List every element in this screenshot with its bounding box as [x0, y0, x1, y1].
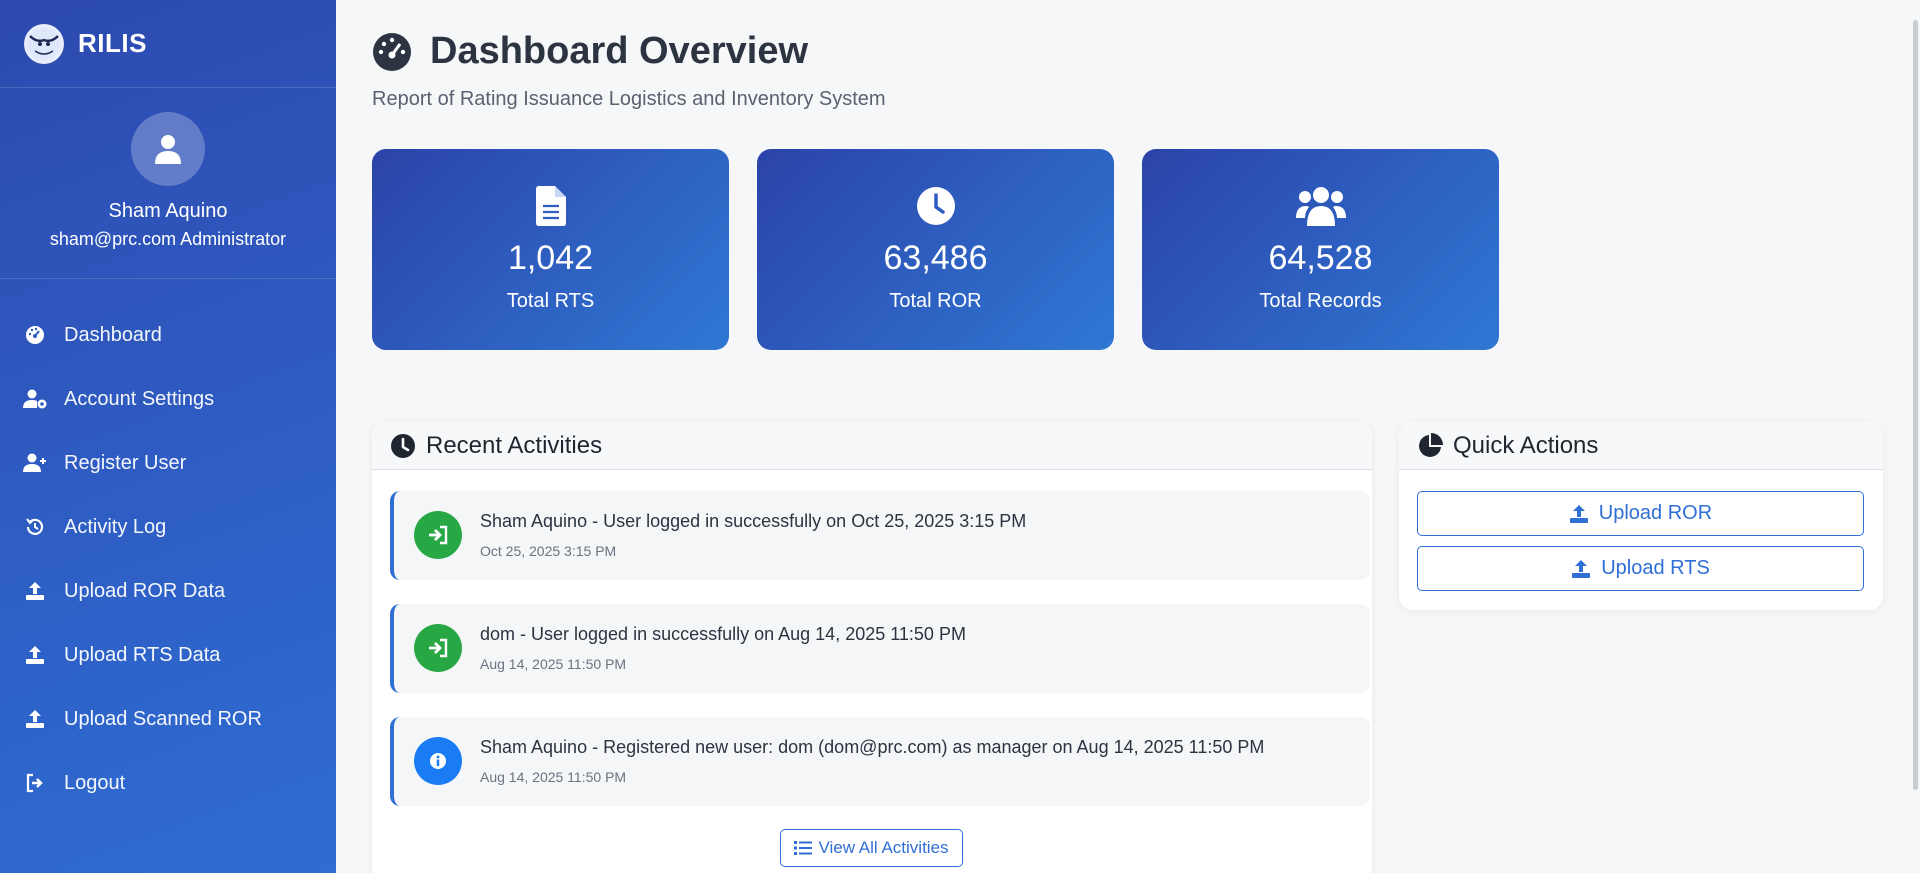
sidebar-item-register-user[interactable]: Register User [0, 431, 336, 495]
view-all-label: View All Activities [818, 838, 949, 857]
stat-label: Total ROR [889, 290, 982, 312]
login-icon [414, 511, 462, 559]
clock-icon [391, 433, 415, 458]
brand-name: RILIS [78, 28, 147, 58]
sidebar-item-label: Account Settings [64, 387, 215, 410]
upload-ror-label: Upload ROR [1598, 502, 1713, 524]
brand[interactable]: RILIS [0, 0, 336, 88]
stat-card-total-ror: 63,486 Total ROR [757, 149, 1114, 350]
sidebar-item-upload-scanned-ror[interactable]: Upload Scanned ROR [0, 687, 336, 751]
upload-icon [22, 642, 48, 668]
stat-value: 1,042 [507, 239, 594, 277]
list-icon [794, 841, 813, 855]
activity-text: dom - User logged in successfully on Aug… [480, 624, 966, 644]
sidebar-item-label: Dashboard [64, 323, 162, 346]
quick-actions-card: Quick Actions Upload ROR Upload RTS [1399, 422, 1883, 610]
user-profile: Sham Aquino sham@prc.com Administrator [0, 88, 336, 279]
view-all-activities-button[interactable]: View All Activities [780, 829, 963, 867]
recent-activities-title: Recent Activities [426, 431, 603, 459]
user-icon [155, 135, 181, 164]
stat-value: 63,486 [883, 239, 988, 277]
stat-card-total-records: 64,528 Total Records [1142, 149, 1499, 350]
sidebar-item-label: Upload Scanned ROR [64, 707, 262, 730]
upload-rts-button[interactable]: Upload RTS [1417, 546, 1864, 591]
sidebar-item-logout[interactable]: Logout [0, 751, 336, 815]
login-icon [414, 624, 462, 672]
upload-icon [1569, 504, 1588, 523]
stat-label: Total RTS [506, 290, 595, 312]
recent-activities-card: Recent Activities Sham Aquino - User log… [372, 422, 1372, 873]
recent-activities-header: Recent Activities [372, 422, 1372, 470]
pie-chart-icon [1419, 432, 1443, 457]
sidebar-item-label: Upload RTS Data [64, 643, 221, 666]
sidebar-item-label: Register User [64, 451, 187, 474]
stat-value: 64,528 [1268, 239, 1373, 277]
gauge-icon [373, 32, 411, 71]
sidebar-item-dashboard[interactable]: Dashboard [0, 303, 336, 367]
activity-time: Oct 25, 2025 3:15 PM [480, 543, 617, 559]
page-heading: Dashboard Overview [430, 30, 809, 72]
stat-label: Total Records [1259, 290, 1382, 312]
sidebar-item-upload-rts-data[interactable]: Upload RTS Data [0, 623, 336, 687]
list-item: dom - User logged in successfully on Aug… [390, 604, 1370, 693]
page-subtitle: Report of Rating Issuance Logistics and … [372, 88, 886, 110]
activity-time: Aug 14, 2025 11:50 PM [480, 656, 627, 672]
upload-rts-label: Upload RTS [1601, 557, 1710, 579]
profile-name: Sham Aquino [108, 200, 228, 222]
users-icon [1295, 185, 1346, 227]
list-item: Sham Aquino - Registered new user: dom (… [390, 717, 1370, 806]
sidebar-item-label: Activity Log [64, 515, 167, 538]
upload-icon [22, 578, 48, 604]
sidebar-item-label: Logout [64, 771, 126, 794]
clock-icon [916, 185, 956, 227]
list-item: Sham Aquino - User logged in successfull… [390, 491, 1370, 580]
sidebar-item-label: Upload ROR Data [64, 579, 226, 602]
quick-actions-title: Quick Actions [1453, 431, 1599, 459]
user-plus-icon [22, 450, 48, 476]
info-icon [414, 737, 462, 785]
activity-text: Sham Aquino - User logged in successfull… [480, 511, 1027, 531]
sidebar-item-upload-ror-data[interactable]: Upload ROR Data [0, 559, 336, 623]
logout-icon [22, 770, 48, 796]
history-icon [22, 514, 48, 540]
page-scrollbar[interactable] [1913, 20, 1918, 790]
sidebar-item-account-settings[interactable]: Account Settings [0, 367, 336, 431]
gauge-icon [22, 322, 48, 348]
sidebar: RILIS Sham Aquino sham@prc.com Administr… [0, 0, 336, 873]
rilis-logo-icon [24, 23, 64, 64]
upload-ror-button[interactable]: Upload ROR [1417, 491, 1864, 536]
quick-actions-header: Quick Actions [1399, 422, 1883, 470]
user-gear-icon [22, 386, 48, 412]
avatar [131, 112, 205, 186]
activity-text: Sham Aquino - Registered new user: dom (… [480, 737, 1265, 757]
sidebar-nav: Dashboard Account Settings Register User… [0, 279, 336, 815]
profile-email-role: sham@prc.com Administrator [49, 229, 287, 249]
sidebar-item-activity-log[interactable]: Activity Log [0, 495, 336, 559]
file-icon [535, 185, 566, 227]
main-content: Dashboard Overview Report of Rating Issu… [336, 0, 1920, 873]
upload-icon [22, 706, 48, 732]
stat-card-total-rts: 1,042 Total RTS [372, 149, 729, 350]
upload-icon [1572, 559, 1591, 578]
activity-time: Aug 14, 2025 11:50 PM [480, 769, 627, 785]
page-title: Dashboard Overview [372, 30, 808, 73]
